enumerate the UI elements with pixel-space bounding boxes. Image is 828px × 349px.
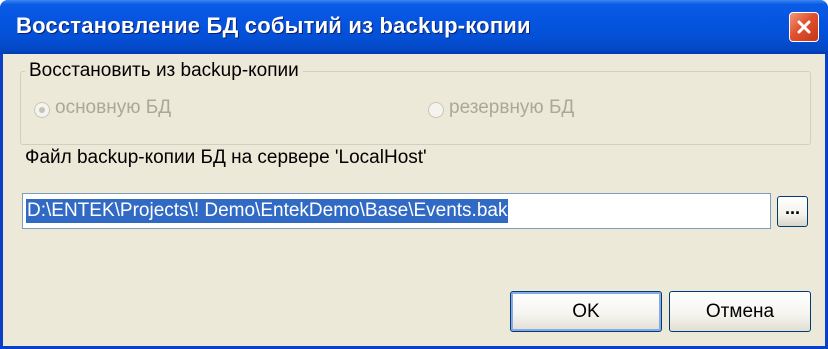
restore-source-legend: Восстановить из backup-копии (25, 60, 303, 82)
title-bar[interactable]: Восстановление БД событий из backup-копи… (0, 0, 828, 54)
close-button[interactable] (789, 12, 819, 42)
radio-main-db-label[interactable]: основную БД (55, 97, 171, 119)
radio-reserve-db[interactable] (428, 102, 444, 118)
cancel-button[interactable]: Отмена (669, 291, 811, 332)
backup-path-value: D:\ENTEK\Projects\! Demo\EntekDemo\Base\… (26, 199, 509, 223)
browse-button[interactable]: ... (777, 196, 808, 227)
ok-button[interactable]: OK (510, 291, 662, 332)
dialog-window: Восстановление БД событий из backup-копи… (0, 0, 828, 349)
backup-path-input[interactable]: D:\ENTEK\Projects\! Demo\EntekDemo\Base\… (22, 193, 771, 229)
close-icon (797, 20, 811, 34)
backup-file-label: Файл backup-копии БД на сервере 'LocalHo… (25, 147, 427, 168)
radio-main-db[interactable] (34, 102, 50, 118)
window-title: Восстановление БД событий из backup-копи… (16, 13, 531, 38)
radio-selected-dot (39, 107, 45, 113)
radio-reserve-db-label[interactable]: резервную БД (449, 97, 574, 119)
